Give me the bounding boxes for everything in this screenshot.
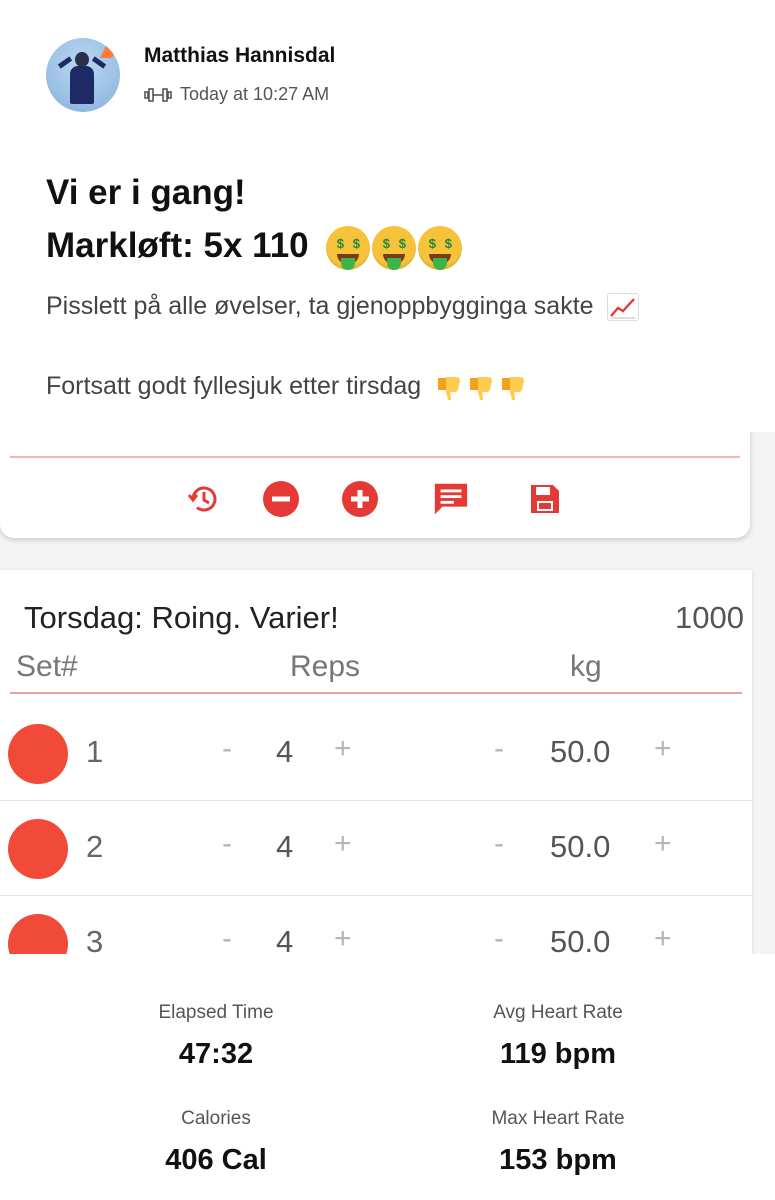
money-mouth-face-icon: $ $	[326, 225, 371, 270]
reps-increment-button[interactable]: +	[334, 827, 352, 861]
stat-value: 47:32	[178, 1038, 254, 1070]
post-timestamp: Today at 10:27 AM	[180, 84, 330, 104]
stat-elapsed-time: Elapsed Time 47:32	[66, 1002, 366, 1071]
post-title-line2: Markløft: 5x 110 $ $ $ $ $ $	[46, 219, 463, 272]
reps-decrement-button[interactable]: -	[222, 827, 232, 861]
exercise-card-previous	[0, 432, 750, 538]
set-row: 2 - 4 + - 50.0 +	[0, 801, 752, 896]
exercise-value: 1000	[675, 600, 744, 635]
post-meta: Today at 10:27 AM	[144, 84, 329, 105]
chart-increasing-icon	[606, 293, 639, 322]
thumbs-down-icon	[470, 377, 493, 401]
weight-value[interactable]: 50.0	[550, 924, 610, 954]
set-number: 2	[86, 829, 104, 864]
set-complete-toggle[interactable]	[8, 724, 68, 784]
stat-label: Max Heart Rate	[491, 1108, 625, 1129]
weight-value[interactable]: 50.0	[550, 734, 610, 770]
stat-value: 119 bpm	[499, 1038, 617, 1070]
author-name[interactable]: Matthias Hannisdal	[144, 44, 335, 68]
column-header-set: Set#	[16, 650, 78, 683]
column-header-kg: kg	[570, 650, 602, 683]
set-row: 3 - 4 + - 50.0 +	[0, 896, 752, 954]
history-icon[interactable]	[184, 480, 222, 518]
weight-decrement-button[interactable]: -	[494, 922, 504, 954]
remove-circle-icon[interactable]	[262, 480, 300, 518]
reps-increment-button[interactable]: +	[334, 732, 352, 766]
post-title-line1: Vi er i gang!	[46, 173, 246, 212]
emoji-group: $ $ $ $ $ $	[326, 225, 463, 270]
reps-increment-button[interactable]: +	[334, 922, 352, 954]
avatar-figure-body	[70, 66, 94, 104]
workout-app-screenshot[interactable]: Torsdag: Roing. Varier! 1000 Set# Reps k…	[0, 432, 775, 954]
stat-calories: Calories 406 Cal	[66, 1108, 366, 1177]
weight-increment-button[interactable]: +	[654, 827, 672, 861]
avatar[interactable]	[46, 38, 120, 112]
weight-decrement-button[interactable]: -	[494, 732, 504, 766]
weight-decrement-button[interactable]: -	[494, 827, 504, 861]
stat-value: 406 Cal	[165, 1144, 267, 1176]
set-row: 1 - 4 + - 50.0 +	[0, 706, 752, 801]
dumbbell-icon	[144, 87, 172, 102]
header-divider	[10, 692, 742, 694]
money-mouth-face-icon: $ $	[372, 225, 417, 270]
exercise-title[interactable]: Torsdag: Roing. Varier!	[24, 600, 339, 636]
money-mouth-face-icon: $ $	[418, 225, 463, 270]
reps-decrement-button[interactable]: -	[222, 732, 232, 766]
reps-value[interactable]: 4	[276, 734, 293, 770]
weight-value[interactable]: 50.0	[550, 829, 610, 865]
set-complete-toggle[interactable]	[8, 819, 68, 879]
comment-icon[interactable]	[432, 480, 470, 518]
weight-increment-button[interactable]: +	[654, 732, 672, 766]
save-icon[interactable]	[526, 480, 564, 518]
exercise-toolbar	[180, 480, 580, 520]
stat-label: Avg Heart Rate	[493, 1002, 623, 1023]
column-header-reps: Reps	[290, 650, 361, 683]
set-number: 3	[86, 924, 104, 954]
reps-value[interactable]: 4	[276, 924, 293, 954]
weight-increment-button[interactable]: +	[654, 922, 672, 954]
avatar-figure-arm	[57, 56, 73, 69]
divider	[10, 456, 740, 458]
set-number: 1	[86, 734, 104, 769]
post-description-line2-text: Fortsatt godt fyllesjuk etter tirsdag	[46, 372, 422, 400]
stat-avg-heart-rate: Avg Heart Rate 119 bpm	[408, 1002, 708, 1071]
stat-label: Elapsed Time	[158, 1002, 274, 1023]
post-title-line2-text: Markløft: 5x 110	[46, 226, 309, 265]
post-title[interactable]: Vi er i gang! Markløft: 5x 110 $ $ $ $ $ $	[46, 166, 463, 272]
subscriber-badge-icon	[100, 38, 118, 58]
exercise-card: Torsdag: Roing. Varier! 1000 Set# Reps k…	[0, 570, 752, 954]
stat-label: Calories	[181, 1108, 251, 1129]
stat-max-heart-rate: Max Heart Rate 153 bpm	[408, 1108, 708, 1177]
stat-value: 153 bpm	[499, 1144, 617, 1176]
add-circle-icon[interactable]	[341, 480, 379, 518]
thumbs-down-icon	[502, 377, 525, 401]
post-description-line1-text: Pisslett på alle øvelser, ta gjenoppbygg…	[46, 292, 594, 320]
reps-value[interactable]: 4	[276, 829, 293, 865]
set-complete-toggle[interactable]	[8, 914, 68, 954]
thumbs-down-icon	[438, 377, 461, 401]
reps-decrement-button[interactable]: -	[222, 922, 232, 954]
post-description-line2: Fortsatt godt fyllesjuk etter tirsdag	[46, 372, 528, 402]
post-header: Matthias Hannisdal Today at 10:27 AM	[46, 36, 746, 116]
post-description-line1: Pisslett på alle øvelser, ta gjenoppbygg…	[46, 292, 639, 322]
avatar-figure-head	[75, 52, 89, 67]
emoji-group	[434, 372, 528, 402]
